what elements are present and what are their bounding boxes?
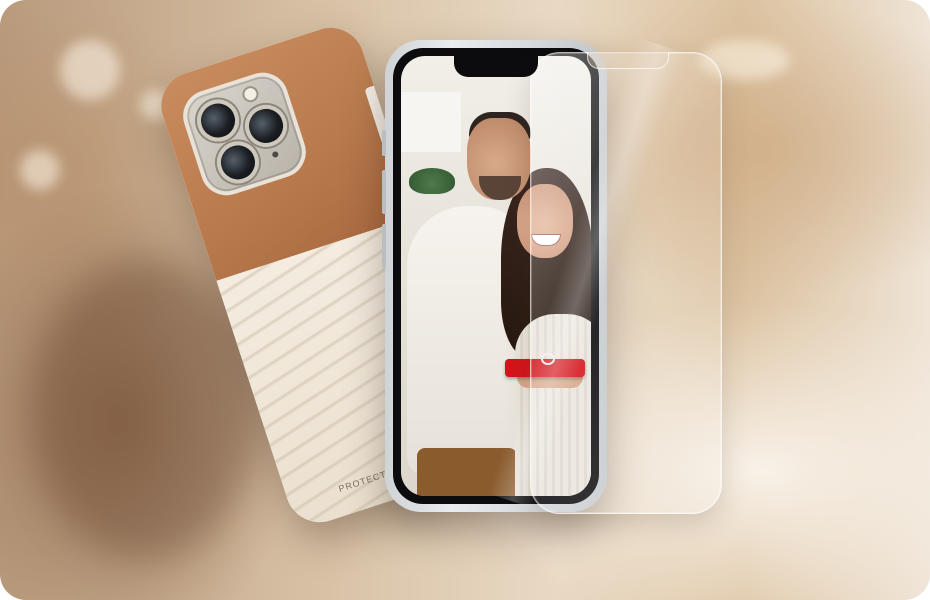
phone-notch bbox=[454, 56, 538, 77]
flash-icon bbox=[240, 84, 261, 105]
phone-side-button bbox=[382, 130, 386, 156]
microphone-dot bbox=[271, 150, 280, 159]
photo-plant bbox=[409, 168, 455, 194]
screen-protector bbox=[488, 37, 722, 514]
product-scene: PROTECTED bbox=[0, 0, 930, 600]
phone-side-button bbox=[382, 170, 386, 214]
bokeh-light bbox=[20, 150, 60, 190]
camera-lens-icon bbox=[191, 94, 245, 147]
phone-side-button bbox=[382, 224, 386, 268]
bokeh-light bbox=[60, 40, 120, 100]
photo-shelf bbox=[401, 92, 461, 152]
